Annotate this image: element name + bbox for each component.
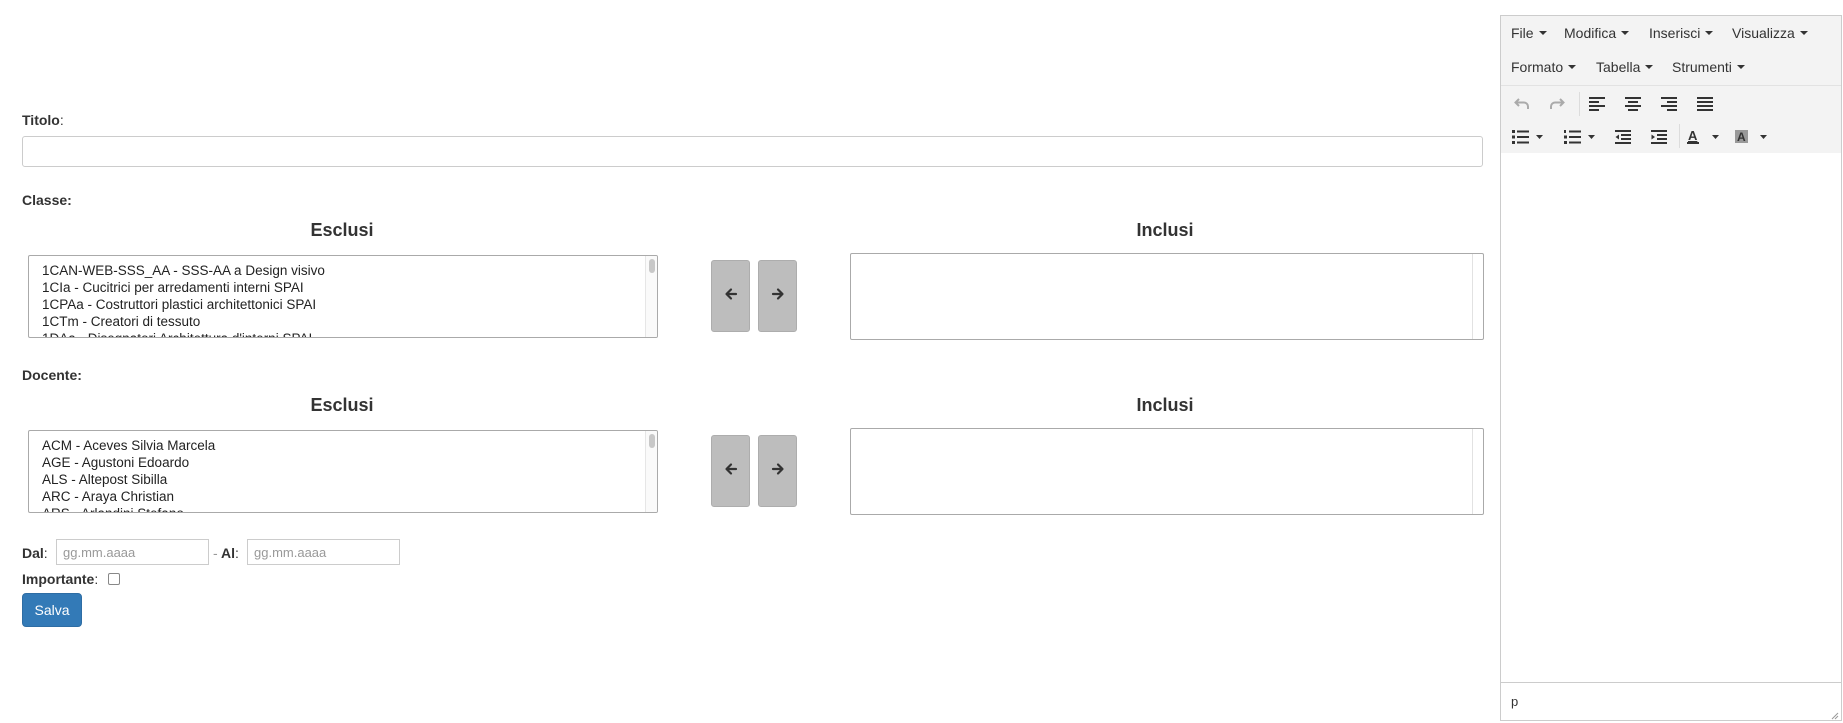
caret-down-icon: [1645, 65, 1654, 69]
classe-included-list[interactable]: [850, 253, 1484, 340]
menu-modifica[interactable]: Modifica: [1564, 25, 1630, 41]
list-option[interactable]: ALS - Altepost Sibilla: [42, 471, 657, 488]
menu-tabella[interactable]: Tabella: [1596, 59, 1654, 75]
classe-label: Classe:: [22, 192, 72, 208]
move-left-button[interactable]: [711, 260, 750, 332]
caret-down-icon: [1538, 31, 1547, 35]
scrollbar-thumb[interactable]: [649, 434, 655, 448]
docente-excluded-header: Esclusi: [310, 395, 374, 415]
list-option[interactable]: 1CTm - Creatori di tessuto: [42, 313, 657, 330]
dal-label: Dal:: [22, 545, 48, 561]
move-right-button[interactable]: [758, 435, 797, 507]
svg-text:A: A: [1737, 130, 1746, 144]
docente-included-header: Inclusi: [1136, 395, 1194, 415]
list-option[interactable]: 1DAa - Disegnatori Architettura d'intern…: [42, 330, 657, 337]
list-option[interactable]: 1CIa - Cucitrici per arredamenti interni…: [42, 279, 657, 296]
docente-label: Docente:: [22, 367, 82, 383]
arrow-left-icon: [724, 287, 738, 306]
toolbar-separator: [1579, 92, 1580, 116]
background-color-icon[interactable]: A: [1733, 127, 1771, 147]
titolo-input[interactable]: [22, 136, 1483, 167]
list-option[interactable]: ARC - Araya Christian: [42, 488, 657, 505]
move-left-button[interactable]: [711, 435, 750, 507]
list-option[interactable]: AGE - Agustoni Edoardo: [42, 454, 657, 471]
menu-visualizza[interactable]: Visualizza: [1732, 25, 1808, 41]
classe-included-header: Inclusi: [1136, 220, 1194, 240]
element-path[interactable]: p: [1511, 694, 1518, 709]
al-label: Al:: [221, 545, 239, 561]
titolo-label: Titolo:: [22, 112, 64, 128]
menu-strumenti[interactable]: Strumenti: [1672, 59, 1745, 75]
undo-icon[interactable]: [1510, 94, 1534, 114]
scrollbar-track: [1472, 254, 1473, 339]
caret-down-icon: [1621, 31, 1630, 35]
classe-excluded-header: Esclusi: [310, 220, 374, 240]
date-separator: -: [213, 545, 218, 561]
list-option[interactable]: 1CAN-WEB-SSS_AA - SSS-AA a Design visivo: [42, 262, 657, 279]
menu-inserisci[interactable]: Inserisci: [1649, 25, 1714, 41]
scrollbar[interactable]: [645, 431, 657, 512]
align-center-icon[interactable]: [1621, 94, 1645, 114]
al-date-input[interactable]: [247, 539, 400, 565]
indent-icon[interactable]: [1647, 127, 1671, 147]
caret-down-icon: [1568, 65, 1577, 69]
arrow-right-icon: [771, 462, 785, 481]
align-right-icon[interactable]: [1657, 94, 1681, 114]
classe-excluded-list[interactable]: 1CAN-WEB-SSS_AA - SSS-AA a Design visivo…: [28, 255, 658, 338]
outdent-icon[interactable]: [1611, 127, 1635, 147]
importante-label: Importante:: [22, 571, 99, 587]
caret-down-icon: [1736, 65, 1745, 69]
list-option[interactable]: ARS - Arlandini Stefano: [42, 505, 657, 512]
move-right-button[interactable]: [758, 260, 797, 332]
caret-down-icon: [1705, 31, 1714, 35]
scrollbar-track: [1472, 429, 1473, 514]
editor-toolbar: A A: [1501, 86, 1841, 154]
align-left-icon[interactable]: [1585, 94, 1609, 114]
editor-statusbar: p: [1501, 682, 1841, 720]
scrollbar[interactable]: [645, 256, 657, 337]
list-option[interactable]: ACM - Aceves Silvia Marcela: [42, 437, 657, 454]
editor-menubar: File Modifica Inserisci Visualizza Forma…: [1501, 16, 1841, 86]
text-color-icon[interactable]: A: [1685, 127, 1723, 147]
menu-formato[interactable]: Formato: [1511, 59, 1577, 75]
bullet-list-icon[interactable]: [1510, 127, 1546, 147]
toolbar-separator: [1679, 124, 1680, 148]
numbered-list-icon[interactable]: [1562, 127, 1598, 147]
docente-excluded-list[interactable]: ACM - Aceves Silvia Marcela AGE - Agusto…: [28, 430, 658, 513]
rich-text-editor: File Modifica Inserisci Visualizza Forma…: [1500, 15, 1842, 721]
menu-file[interactable]: File: [1511, 25, 1547, 41]
importante-checkbox[interactable]: [108, 573, 120, 585]
resize-handle-icon[interactable]: [1829, 708, 1839, 720]
docente-included-list[interactable]: [850, 428, 1484, 515]
editor-content-area[interactable]: [1501, 153, 1841, 683]
arrow-left-icon: [724, 462, 738, 481]
scrollbar-thumb[interactable]: [649, 259, 655, 273]
dal-date-input[interactable]: [56, 539, 209, 565]
salva-button[interactable]: Salva: [22, 593, 82, 627]
align-justify-icon[interactable]: [1693, 94, 1717, 114]
svg-text:A: A: [1688, 129, 1698, 143]
caret-down-icon: [1799, 31, 1808, 35]
redo-icon[interactable]: [1545, 94, 1569, 114]
list-option[interactable]: 1CPAa - Costruttori plastici architetton…: [42, 296, 657, 313]
arrow-right-icon: [771, 287, 785, 306]
